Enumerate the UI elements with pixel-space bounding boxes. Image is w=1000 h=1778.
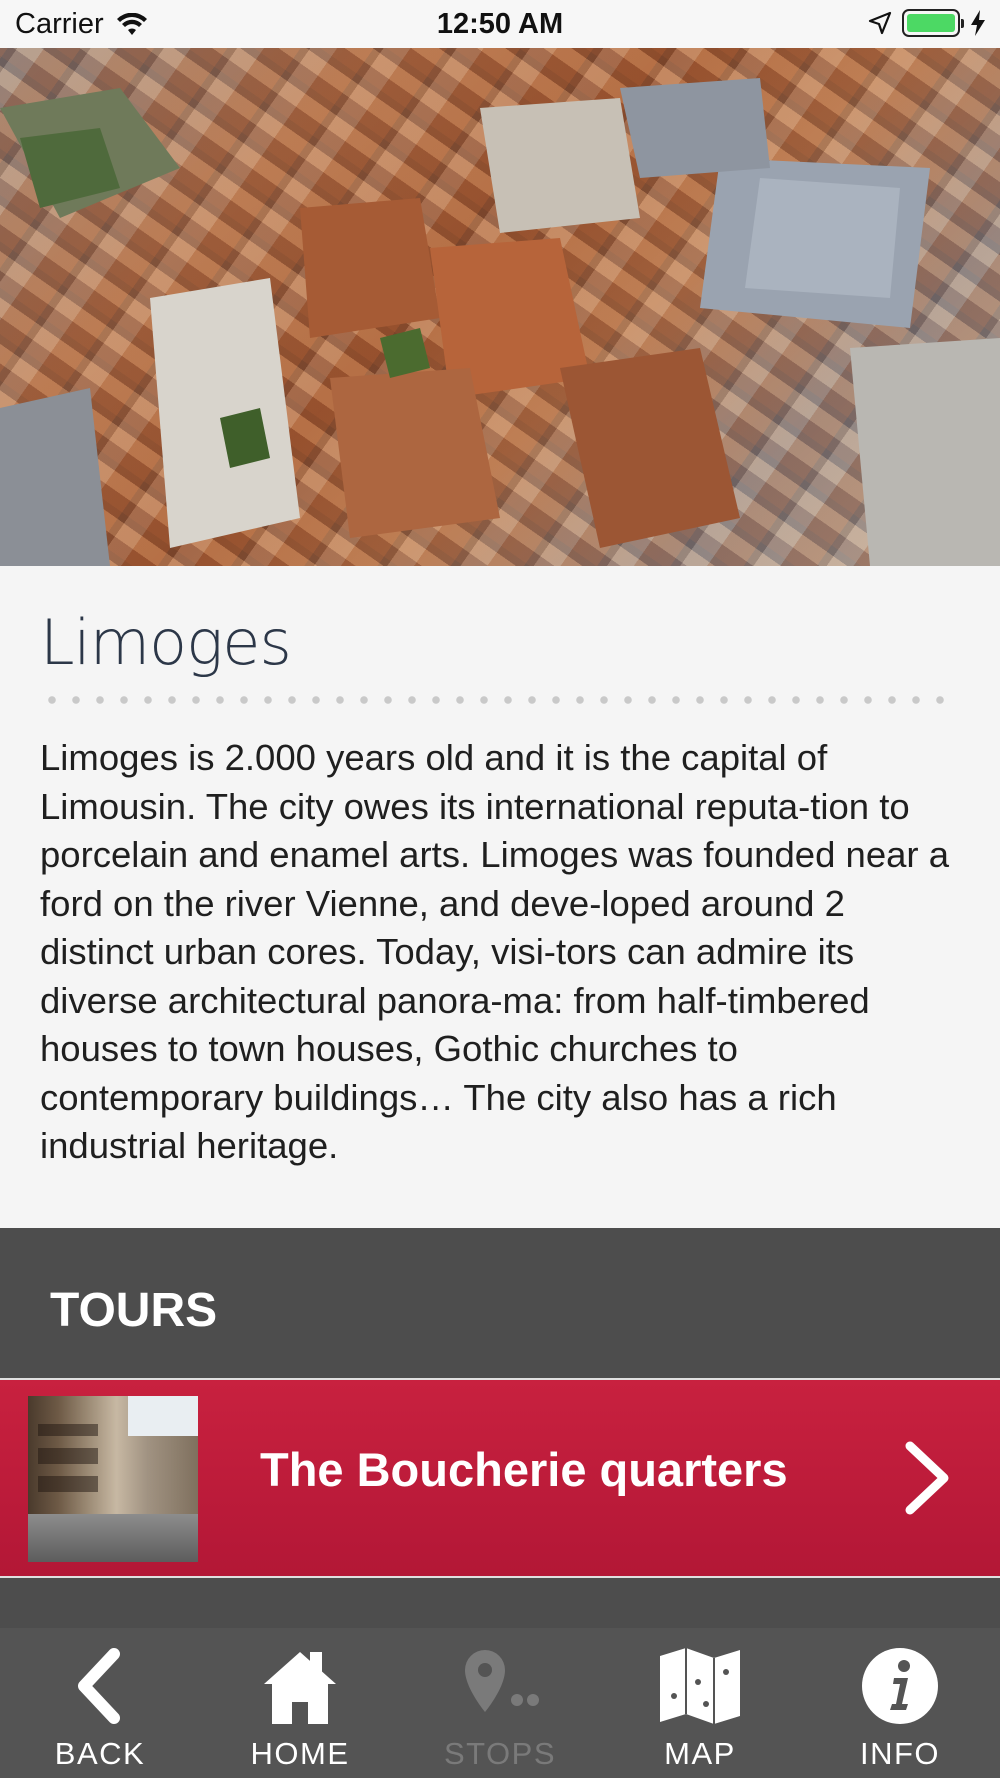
tours-list-filler xyxy=(0,1578,1000,1628)
charging-bolt-icon xyxy=(971,10,985,36)
thumb-facade xyxy=(38,1424,98,1504)
info-icon xyxy=(862,1648,938,1724)
tour-thumbnail xyxy=(28,1396,198,1562)
city-info-panel: Limoges Limoges is 2.000 years old and i… xyxy=(0,566,1000,1228)
location-arrow-icon xyxy=(868,11,892,35)
tab-info-label: INFO xyxy=(859,1736,941,1771)
battery-fill xyxy=(907,14,955,32)
tours-section-header: TOURS xyxy=(0,1228,1000,1378)
tab-bar: BACK HOME STOPS MAP INFO xyxy=(0,1628,1000,1778)
city-description: Limoges is 2.000 years old and it is the… xyxy=(40,737,950,1166)
status-bar: Carrier 12:50 AM xyxy=(0,0,1000,48)
page-title: Limoges xyxy=(40,606,292,679)
tours-title: TOURS xyxy=(50,1284,218,1337)
folded-map-icon xyxy=(660,1648,740,1724)
dotted-divider xyxy=(40,696,952,704)
aerial-city-photo xyxy=(0,78,1000,566)
status-time: 12:50 AM xyxy=(436,8,564,40)
tab-back[interactable]: BACK xyxy=(0,1628,200,1778)
tour-item-boucherie[interactable]: The Boucherie quarters xyxy=(0,1380,1000,1576)
tab-info[interactable]: INFO xyxy=(800,1628,1000,1778)
back-arrow-icon xyxy=(78,1648,120,1724)
tab-map[interactable]: MAP xyxy=(600,1628,800,1778)
chevron-right-icon xyxy=(905,1441,949,1515)
tour-label: The Boucherie quarters xyxy=(260,1443,788,1496)
thumb-sky xyxy=(128,1396,198,1436)
battery-icon xyxy=(902,9,964,37)
tab-stops-label: STOPS xyxy=(443,1736,557,1771)
tab-map-label: MAP xyxy=(664,1736,736,1771)
tab-home-label: HOME xyxy=(250,1736,350,1771)
tab-home[interactable]: HOME xyxy=(200,1628,400,1778)
map-pin-icon xyxy=(465,1650,539,1712)
hero-image xyxy=(0,48,1000,566)
thumb-street xyxy=(28,1514,198,1562)
home-icon xyxy=(264,1652,336,1724)
tab-stops[interactable]: STOPS xyxy=(400,1628,600,1778)
status-right xyxy=(868,9,986,37)
tab-back-label: BACK xyxy=(54,1736,146,1771)
